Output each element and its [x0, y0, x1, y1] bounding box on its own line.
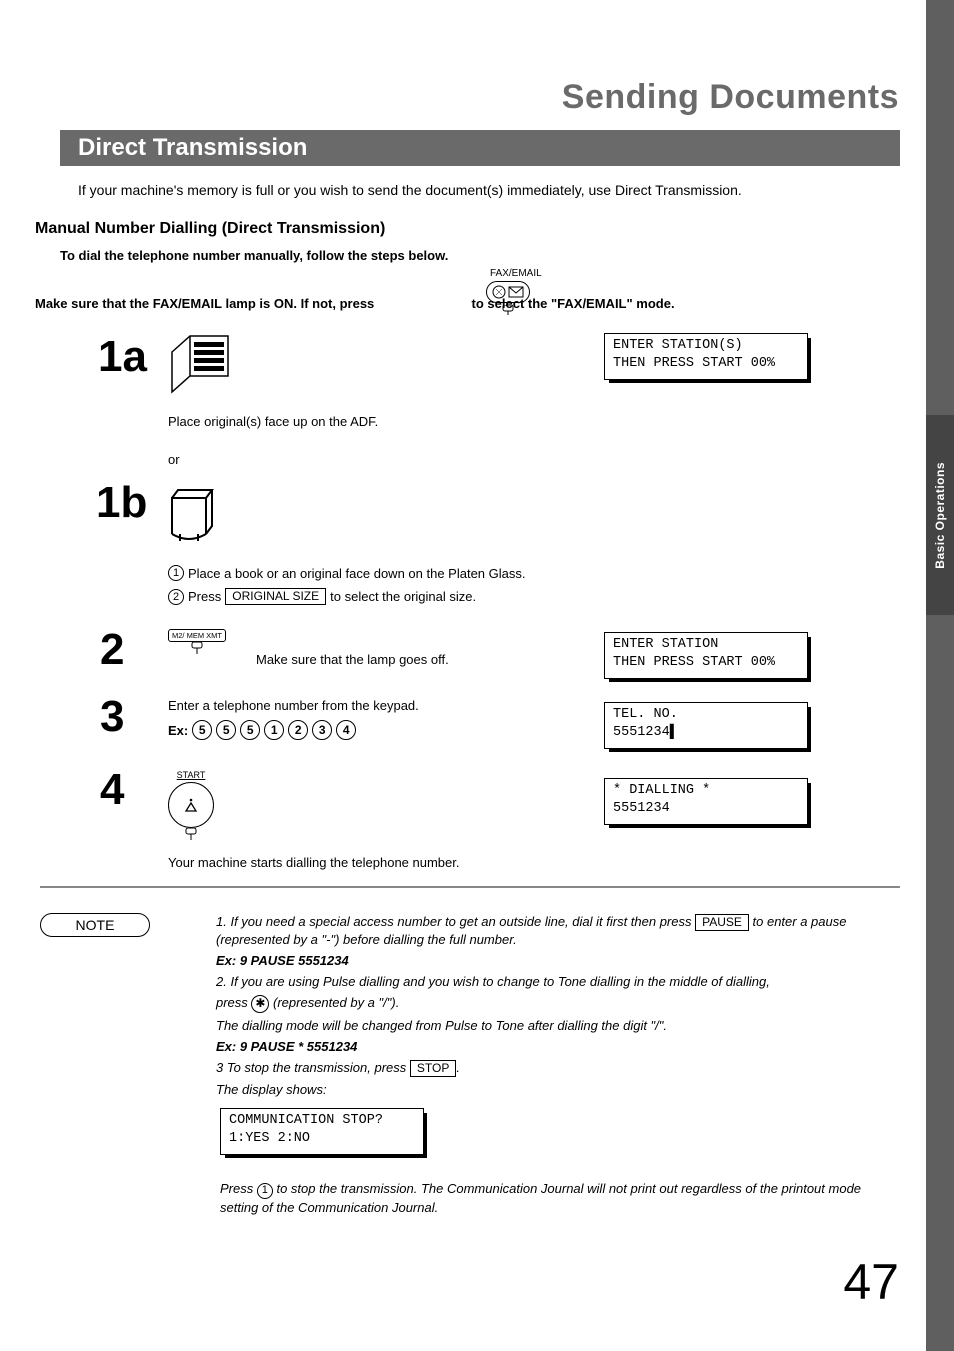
- intro-text: If your machine's memory is full or you …: [78, 182, 742, 198]
- step-1b-number: 1b: [96, 478, 147, 528]
- step-1b-line1: 1 Place a book or an original face down …: [168, 565, 526, 581]
- start-button[interactable]: START: [168, 770, 214, 840]
- step-4-number: 4: [100, 765, 124, 815]
- mode-instruction: Make sure that the FAX/EMAIL lamp is ON.…: [35, 296, 675, 311]
- key-digit: 5: [192, 720, 212, 740]
- note-badge: NOTE: [40, 913, 150, 937]
- note-2b-pre: press: [216, 995, 251, 1010]
- step-1b-l2-pre: Press: [188, 589, 221, 604]
- lcd1-line1: ENTER STATION(S): [613, 337, 799, 355]
- lcd4-line2: 5551234: [613, 800, 799, 818]
- note-label: NOTE: [76, 917, 115, 933]
- key-digit: 5: [216, 720, 236, 740]
- mem-xmt-button[interactable]: M2/ MEM XMT: [168, 629, 226, 654]
- key-digit: 4: [336, 720, 356, 740]
- step-3-number: 3: [100, 692, 124, 742]
- led-icon: [190, 642, 204, 654]
- note-2-example: Ex: 9 PAUSE * 5551234: [216, 1038, 901, 1055]
- right-margin-rail: [926, 0, 954, 1351]
- star-key-icon: ✱: [251, 995, 269, 1013]
- circled-1-icon: 1: [168, 565, 184, 581]
- lcdn-line1: COMMUNICATION STOP?: [229, 1112, 415, 1130]
- section-divider: [40, 886, 900, 888]
- note-3b: .: [456, 1060, 460, 1075]
- lcd2-line2: THEN PRESS START 00%: [613, 654, 799, 672]
- pause-keycap: PAUSE: [695, 914, 749, 931]
- step-1b-l2-post: to select the original size.: [330, 589, 476, 604]
- side-tab: Basic Operations: [926, 415, 954, 615]
- section-header-bar: Direct Transmission: [60, 130, 900, 166]
- lcd-display-note: COMMUNICATION STOP? 1:YES 2:NO: [220, 1108, 424, 1155]
- page-title: Sending Documents: [562, 78, 899, 117]
- lcdn-line2: 1:YES 2:NO: [229, 1130, 415, 1148]
- step-4-caption: Your machine starts dialling the telepho…: [168, 855, 459, 870]
- adf-icon: [168, 332, 232, 402]
- note-3a: 3 To stop the transmission, press: [216, 1060, 410, 1075]
- circled-2-icon: 2: [168, 589, 184, 605]
- key-digit: 3: [312, 720, 332, 740]
- led-icon: [184, 828, 198, 840]
- mode-pre: Make sure that the FAX/EMAIL lamp is ON.…: [35, 296, 374, 311]
- note-2c: The dialling mode will be changed from P…: [216, 1017, 901, 1034]
- note-1-example: Ex: 9 PAUSE 5551234: [216, 952, 901, 969]
- original-size-keycap: ORIGINAL SIZE: [225, 588, 326, 605]
- note-post: Press 1 to stop the transmission. The Co…: [220, 1180, 900, 1216]
- step-1a-number: 1a: [98, 332, 147, 382]
- key-digit: 1: [264, 720, 284, 740]
- mode-post: to select the "FAX/EMAIL" mode.: [472, 296, 675, 311]
- subhead: Manual Number Dialling (Direct Transmiss…: [35, 220, 385, 238]
- step-3-example: Ex: 5 5 5 1 2 3 4: [168, 720, 356, 740]
- bold-subtext: To dial the telephone number manually, f…: [60, 248, 448, 263]
- note-2a: 2. If you are using Pulse dialling and y…: [216, 973, 901, 990]
- lcd-display-3: TEL. NO. 5551234▌: [604, 702, 808, 749]
- page-number: 47: [843, 1253, 899, 1311]
- fax-email-btn-label: FAX/EMAIL: [490, 268, 542, 279]
- note-2b-post: (represented by a "/").: [269, 995, 399, 1010]
- step-2-number: 2: [100, 625, 124, 675]
- ex-label: Ex:: [168, 723, 188, 738]
- lcd2-line1: ENTER STATION: [613, 636, 799, 654]
- step-1a-caption: Place original(s) face up on the ADF.: [168, 414, 378, 429]
- lcd-display-2: ENTER STATION THEN PRESS START 00%: [604, 632, 808, 679]
- note-post-rest: to stop the transmission. The Communicat…: [220, 1181, 861, 1215]
- note-body: 1. If you need a special access number t…: [216, 913, 901, 1102]
- mem-xmt-label: M2/ MEM XMT: [168, 629, 226, 642]
- section-header-text: Direct Transmission: [78, 134, 307, 162]
- step-3-line1: Enter a telephone number from the keypad…: [168, 698, 419, 713]
- or-text: or: [168, 452, 180, 467]
- step-1b-l1-text: Place a book or an original face down on…: [188, 566, 526, 581]
- stop-keycap: STOP: [410, 1060, 456, 1077]
- lcd1-line2: THEN PRESS START 00%: [613, 355, 799, 373]
- lcd4-line1: * DIALLING *: [613, 782, 799, 800]
- note-1a: 1. If you need a special access number t…: [216, 914, 695, 929]
- key-digit: 5: [240, 720, 260, 740]
- step-2-caption: Make sure that the lamp goes off.: [256, 652, 449, 667]
- start-label: START: [177, 770, 206, 780]
- platen-glass-icon: [168, 484, 228, 550]
- side-tab-label: Basic Operations: [933, 462, 947, 569]
- lcd-display-4: * DIALLING * 5551234: [604, 778, 808, 825]
- start-circle-icon: [168, 782, 214, 828]
- circled-1-icon: 1: [257, 1183, 273, 1199]
- key-digit: 2: [288, 720, 308, 740]
- note-3c: The display shows:: [216, 1081, 901, 1098]
- step-1b-line2: 2 Press ORIGINAL SIZE to select the orig…: [168, 588, 476, 605]
- lcd3-line2: 5551234▌: [613, 724, 799, 742]
- note-post-pre: Press: [220, 1181, 257, 1196]
- lcd3-line1: TEL. NO.: [613, 706, 799, 724]
- lcd-display-1: ENTER STATION(S) THEN PRESS START 00%: [604, 333, 808, 380]
